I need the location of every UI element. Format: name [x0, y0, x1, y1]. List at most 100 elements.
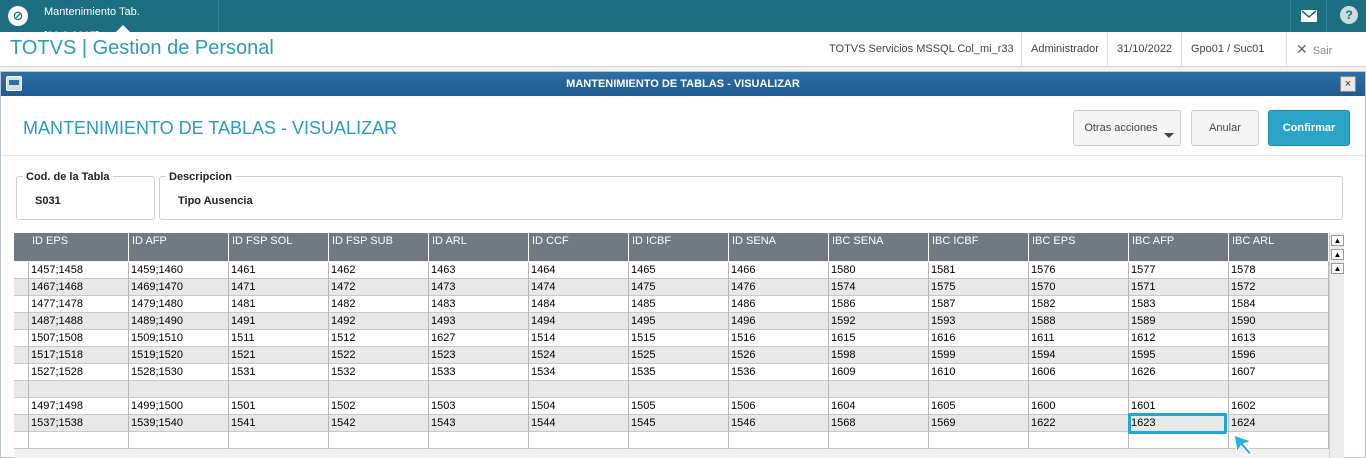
table-cell[interactable]: 1572 — [1229, 279, 1329, 296]
column-header[interactable]: ID AFP — [129, 233, 229, 261]
table-cell[interactable]: 1616 — [929, 330, 1029, 347]
table-cell[interactable] — [329, 432, 429, 449]
table-cell[interactable]: 1577 — [1129, 262, 1229, 279]
table-row[interactable]: 1457;1458 1459;1460 1461 1462 1463 1464 1465 14… — [14, 262, 1329, 279]
table-cell[interactable]: 1511 — [229, 330, 329, 347]
table-cell[interactable]: 1535 — [629, 364, 729, 381]
table-cell[interactable]: 1606 — [1029, 364, 1129, 381]
table-cell[interactable]: 1574 — [829, 279, 929, 296]
table-cell[interactable]: 1576 — [1029, 262, 1129, 279]
table-cell[interactable]: 1519;1520 — [129, 347, 229, 364]
table-cell[interactable]: 1465 — [629, 262, 729, 279]
table-cell[interactable]: 1466 — [729, 262, 829, 279]
table-cell[interactable] — [829, 381, 929, 398]
table-cell[interactable] — [429, 432, 529, 449]
table-cell[interactable]: 1482 — [329, 296, 429, 313]
table-cell[interactable]: 1464 — [529, 262, 629, 279]
table-cell[interactable]: 1531 — [229, 364, 329, 381]
table-cell[interactable]: 1494 — [529, 313, 629, 330]
table-cell[interactable] — [729, 432, 829, 449]
table-cell[interactable] — [29, 381, 129, 398]
scroll-up-icon[interactable]: ▲ — [1331, 263, 1344, 274]
close-icon[interactable]: × — [1340, 76, 1356, 92]
table-cell[interactable]: 1495 — [629, 313, 729, 330]
table-cell[interactable]: 1483 — [429, 296, 529, 313]
table-cell[interactable] — [129, 432, 229, 449]
table-cell[interactable] — [329, 381, 429, 398]
other-actions-button[interactable]: Otras acciones — [1073, 110, 1181, 146]
table-code-field[interactable]: Cod. de la Tabla S031 — [16, 171, 155, 220]
table-cell[interactable] — [529, 432, 629, 449]
table-cell[interactable]: 1507;1508 — [29, 330, 129, 347]
help-icon[interactable]: ? — [1340, 6, 1358, 24]
description-field[interactable]: Descripcion Tipo Ausencia — [159, 171, 1343, 220]
table-cell[interactable]: 1497;1498 — [29, 398, 129, 415]
row-selector[interactable] — [14, 381, 29, 398]
table-cell[interactable]: 1481 — [229, 296, 329, 313]
table-cell[interactable]: 1496 — [729, 313, 829, 330]
table-cell[interactable]: 1592 — [829, 313, 929, 330]
table-cell[interactable]: 1489;1490 — [129, 313, 229, 330]
table-cell[interactable]: 1607 — [1229, 364, 1329, 381]
table-cell[interactable]: 1501 — [229, 398, 329, 415]
table-cell[interactable] — [929, 381, 1029, 398]
table-cell[interactable] — [229, 432, 329, 449]
table-cell[interactable]: 1509;1510 — [129, 330, 229, 347]
table-cell[interactable]: 1516 — [729, 330, 829, 347]
table-cell[interactable]: 1499;1500 — [129, 398, 229, 415]
table-cell[interactable]: 1542 — [329, 415, 429, 432]
table-cell[interactable]: 1581 — [929, 262, 1029, 279]
table-cell[interactable]: 1473 — [429, 279, 529, 296]
table-cell[interactable]: 1515 — [629, 330, 729, 347]
table-row[interactable]: 1477;1478 1479;1480 1481 1482 1483 1484 1485 14… — [14, 296, 1329, 313]
row-selector[interactable] — [14, 415, 29, 432]
table-cell[interactable]: 1613 — [1229, 330, 1329, 347]
table-cell[interactable]: 1485 — [629, 296, 729, 313]
data-grid[interactable]: ID EPS ID AFP ID FSP SOL ID FSP SUB ID ARL ID… — [14, 233, 1344, 458]
table-cell[interactable]: 1604 — [829, 398, 929, 415]
table-cell[interactable]: 1532 — [329, 364, 429, 381]
table-cell[interactable]: 1493 — [429, 313, 529, 330]
table-cell[interactable] — [729, 381, 829, 398]
table-cell[interactable]: 1589 — [1129, 313, 1229, 330]
table-cell[interactable]: 1543 — [429, 415, 529, 432]
row-selector[interactable] — [14, 313, 29, 330]
row-selector[interactable] — [14, 296, 29, 313]
table-row[interactable]: 1507;1508 1509;1510 1511 1512 1627 1514 1515 15… — [14, 330, 1329, 347]
table-cell[interactable]: 1477;1478 — [29, 296, 129, 313]
table-cell[interactable]: 1474 — [529, 279, 629, 296]
table-cell[interactable]: 1582 — [1029, 296, 1129, 313]
table-cell[interactable]: 1596 — [1229, 347, 1329, 364]
table-cell[interactable]: 1536 — [729, 364, 829, 381]
table-cell[interactable]: 1600 — [1029, 398, 1129, 415]
table-row[interactable]: 1467;1468 1469;1470 1471 1472 1473 1474 1475 14… — [14, 279, 1329, 296]
row-selector[interactable] — [14, 432, 29, 449]
column-header[interactable]: ID FSP SOL — [229, 233, 329, 261]
table-cell[interactable]: 1622 — [1029, 415, 1129, 432]
column-header[interactable]: ID ARL — [429, 233, 529, 261]
table-cell[interactable] — [229, 381, 329, 398]
table-cell[interactable]: 1627 — [429, 330, 529, 347]
table-cell[interactable]: 1472 — [329, 279, 429, 296]
table-cell[interactable]: 1626 — [1129, 364, 1229, 381]
table-cell[interactable]: 1580 — [829, 262, 929, 279]
table-cell[interactable]: 1506 — [729, 398, 829, 415]
table-cell[interactable]: 1461 — [229, 262, 329, 279]
table-cell[interactable] — [1029, 432, 1129, 449]
table-cell[interactable]: 1514 — [529, 330, 629, 347]
table-cell[interactable]: 1545 — [629, 415, 729, 432]
totvs-logo-icon[interactable]: ⊘ — [8, 6, 28, 26]
table-cell[interactable]: 1611 — [1029, 330, 1129, 347]
vertical-scrollbar[interactable]: ▲ ▲ ▲ — [1329, 233, 1344, 458]
table-row[interactable] — [14, 381, 1329, 398]
table-cell[interactable]: 1469;1470 — [129, 279, 229, 296]
table-cell[interactable]: 1610 — [929, 364, 1029, 381]
table-cell[interactable]: 1534 — [529, 364, 629, 381]
table-cell[interactable]: 1471 — [229, 279, 329, 296]
table-cell[interactable]: 1503 — [429, 398, 529, 415]
table-cell[interactable]: 1588 — [1029, 313, 1129, 330]
table-cell[interactable]: 1505 — [629, 398, 729, 415]
table-cell[interactable]: 1457;1458 — [29, 262, 129, 279]
table-cell[interactable]: 1527;1528 — [29, 364, 129, 381]
column-header[interactable]: ID SENA — [729, 233, 829, 261]
